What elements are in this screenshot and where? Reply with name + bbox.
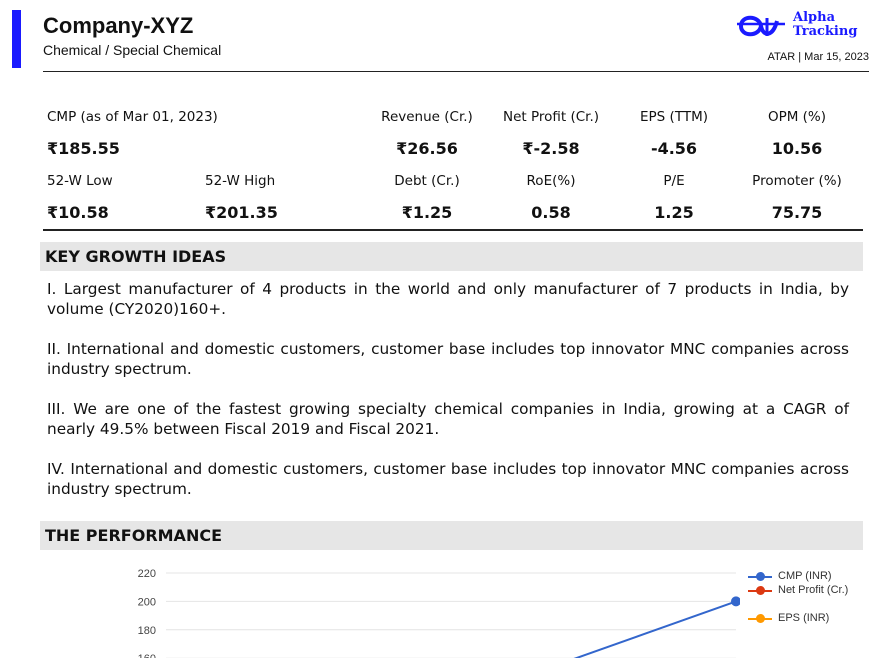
eps-label: EPS (TTM) bbox=[640, 109, 708, 125]
logo-line-1: Alpha bbox=[793, 10, 835, 25]
y-tick-label: 180 bbox=[138, 625, 156, 637]
roe-label: RoE(%) bbox=[526, 173, 576, 189]
legend-label: Net Profit (Cr.) bbox=[778, 584, 849, 596]
chart-legend: CMP (INR) Net Profit (Cr.) EPS (INR) bbox=[748, 570, 868, 626]
high-52w-value: ₹201.35 bbox=[205, 203, 278, 222]
legend-label: CMP (INR) bbox=[778, 570, 832, 582]
low-52w-value: ₹10.58 bbox=[47, 203, 109, 222]
logo-line-2: Tracking bbox=[793, 24, 858, 39]
growth-idea-1: I. Largest manufacturer of 4 products in… bbox=[47, 280, 849, 318]
performance-chart: 160 180 200 220 CMP (INR) Net Profit (Cr.) EP… bbox=[100, 560, 877, 658]
promoter-label: Promoter (%) bbox=[752, 173, 842, 189]
metrics-divider bbox=[43, 229, 863, 231]
growth-section-header: KEY GROWTH IDEAS bbox=[40, 242, 863, 271]
high-52w-label: 52-W High bbox=[205, 173, 276, 189]
legend-dot-icon bbox=[756, 614, 765, 623]
series-point[interactable] bbox=[731, 596, 740, 607]
growth-idea-4: IV. International and domestic customers… bbox=[47, 460, 849, 498]
header-divider bbox=[43, 71, 869, 72]
cmp-value: ₹185.55 bbox=[47, 139, 120, 158]
y-tick-label: 220 bbox=[138, 568, 156, 580]
revenue-label: Revenue (Cr.) bbox=[381, 109, 473, 125]
alpha-logo-icon bbox=[737, 15, 785, 37]
pe-label: P/E bbox=[663, 173, 685, 189]
accent-bar bbox=[12, 10, 21, 68]
debt-value: ₹1.25 bbox=[401, 203, 453, 222]
promoter-value: 75.75 bbox=[771, 203, 823, 222]
net-profit-value: ₹-2.58 bbox=[522, 139, 580, 158]
legend-dot-icon bbox=[756, 572, 765, 581]
company-name: Company-XYZ bbox=[43, 13, 194, 38]
report-meta: ATAR | Mar 15, 2023 bbox=[767, 51, 870, 63]
eps-value: -4.56 bbox=[650, 139, 698, 158]
cmp-label: CMP (as of Mar 01, 2023) bbox=[47, 109, 218, 125]
opm-value: 10.56 bbox=[771, 139, 823, 158]
roe-value: 0.58 bbox=[531, 203, 571, 222]
revenue-value: ₹26.56 bbox=[396, 139, 458, 158]
legend-dot-icon bbox=[756, 586, 765, 595]
legend-item[interactable]: Net Profit (Cr.) bbox=[748, 584, 868, 612]
sector-label: Chemical / Special Chemical bbox=[43, 42, 222, 58]
opm-label: OPM (%) bbox=[767, 109, 827, 125]
legend-label: EPS (INR) bbox=[778, 612, 830, 624]
y-tick-label: 160 bbox=[138, 653, 156, 658]
legend-item[interactable]: EPS (INR) bbox=[748, 612, 868, 626]
pe-value: 1.25 bbox=[654, 203, 694, 222]
alpha-tracking-logo: Alpha Tracking bbox=[737, 9, 877, 43]
debt-label: Debt (Cr.) bbox=[394, 173, 460, 189]
performance-heading: THE PERFORMANCE bbox=[45, 526, 222, 545]
performance-section-header: THE PERFORMANCE bbox=[40, 521, 863, 550]
legend-item[interactable]: CMP (INR) bbox=[748, 570, 868, 584]
growth-heading: KEY GROWTH IDEAS bbox=[45, 247, 227, 266]
logo-wordmark: Alpha Tracking bbox=[793, 11, 857, 39]
net-profit-label: Net Profit (Cr.) bbox=[502, 109, 600, 125]
growth-ideas-list: I. Largest manufacturer of 4 products in… bbox=[47, 279, 849, 519]
low-52w-label: 52-W Low bbox=[47, 173, 113, 189]
performance-chart-plot: 160 180 200 220 bbox=[138, 568, 740, 658]
y-tick-label: 200 bbox=[138, 596, 156, 608]
growth-idea-2: II. International and domestic customers… bbox=[47, 340, 849, 378]
growth-idea-3: III. We are one of the fastest growing s… bbox=[47, 400, 849, 438]
